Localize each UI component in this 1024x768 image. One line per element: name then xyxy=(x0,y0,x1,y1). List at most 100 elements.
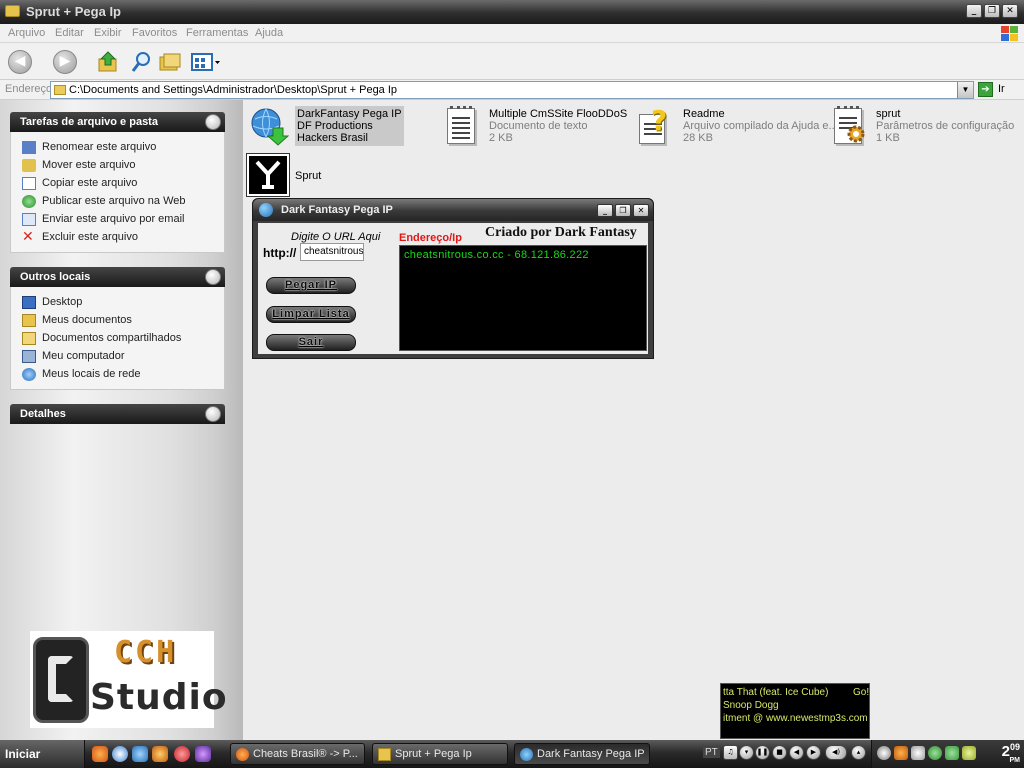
list-item[interactable]: cheatsnitrous.co.cc - 68.121.86.222 xyxy=(400,246,646,261)
web-publish-icon xyxy=(22,194,36,208)
credit-text: Criado por Dark Fantasy xyxy=(485,225,637,240)
task-publish-web[interactable]: Publicar este arquivo na Web xyxy=(22,192,224,210)
next-track-icon[interactable]: ▶ xyxy=(806,745,821,760)
taskbar-item-sprut-folder[interactable]: Sprut + Pega Ip xyxy=(372,743,508,765)
clear-list-button[interactable]: Limpar Lista xyxy=(266,306,356,323)
messenger-icon[interactable] xyxy=(152,746,168,762)
results-list[interactable]: cheatsnitrous.co.cc - 68.121.86.222 xyxy=(399,245,647,351)
place-my-documents[interactable]: Meus documentos xyxy=(22,311,224,329)
now-playing-popup: tta That (feat. Ice Cube) Go! Snoop Dogg… xyxy=(720,683,870,739)
file-tasks-header[interactable]: Tarefas de arquivo e pasta xyxy=(10,112,225,132)
tray-app-icon[interactable] xyxy=(894,746,908,760)
menu-help[interactable]: Ajuda xyxy=(255,27,283,39)
network-places-icon xyxy=(22,367,36,381)
globe-download-icon xyxy=(249,106,290,146)
cch-studio-logo: CCH Studio xyxy=(30,631,227,728)
menu-favorites[interactable]: Favoritos xyxy=(132,27,177,39)
title-bar[interactable]: Sprut + Pega Ip _ ❐ ✕ xyxy=(0,0,1024,24)
place-my-computer[interactable]: Meu computador xyxy=(22,347,224,365)
app-title-bar[interactable]: Dark Fantasy Pega IP _ ❐ ✕ xyxy=(253,199,653,221)
go-arrow-icon[interactable]: ➔ xyxy=(978,82,993,97)
address-path: C:\Documents and Settings\Administrador\… xyxy=(69,84,398,96)
collapse-chevron-icon[interactable] xyxy=(205,114,221,130)
window-title: Sprut + Pega Ip xyxy=(26,4,121,19)
internet-explorer-icon[interactable] xyxy=(132,746,148,762)
other-places-header[interactable]: Outros locais xyxy=(10,267,225,287)
file-item-sprut-config[interactable]: sprut Parâmetros de configuração 1 KB xyxy=(830,106,1014,146)
back-arrow-icon[interactable]: ◀ xyxy=(8,50,32,74)
menu-tools[interactable]: Ferramentas xyxy=(186,27,248,39)
button-label: Limpar Lista xyxy=(272,308,350,320)
previous-track-icon[interactable]: ◀ xyxy=(789,745,804,760)
menu-view[interactable]: Exibir xyxy=(94,27,122,39)
pause-icon[interactable]: ❚❚ xyxy=(755,745,770,760)
folders-icon[interactable] xyxy=(158,50,182,74)
windows-logo-icon xyxy=(1000,25,1018,42)
file-name: DarkFantasy Pega IP xyxy=(297,108,402,120)
url-prompt-label: Digite O URL Aqui xyxy=(291,231,381,243)
volume-icon[interactable]: ◀) xyxy=(825,745,847,760)
chevron-down-icon[interactable]: ▼ xyxy=(957,82,973,98)
views-icon[interactable] xyxy=(191,50,221,74)
app-close-button[interactable]: ✕ xyxy=(633,204,649,217)
media-player-icon[interactable] xyxy=(112,746,128,762)
file-name: sprut xyxy=(876,108,901,120)
my-computer-icon xyxy=(22,349,36,363)
place-shared-docs[interactable]: Documentos compartilhados xyxy=(22,329,224,347)
app-shortcut-icon[interactable] xyxy=(174,746,190,762)
tray-security-icon[interactable] xyxy=(962,746,976,760)
up-folder-icon[interactable] xyxy=(96,50,120,74)
firefox-icon[interactable] xyxy=(92,746,108,762)
url-input[interactable]: cheatsnitrous.co.cc xyxy=(300,243,364,261)
go-button[interactable]: Ir xyxy=(998,83,1005,95)
file-detail: Documento de texto xyxy=(489,120,588,132)
start-button[interactable]: Iniciar xyxy=(0,740,85,768)
task-rename[interactable]: Renomear este arquivo xyxy=(22,138,224,156)
stop-icon[interactable]: ■ xyxy=(772,745,787,760)
menu-edit[interactable]: Editar xyxy=(55,27,84,39)
tray-messenger-icon[interactable] xyxy=(928,746,942,760)
media-restore-icon[interactable]: ▴ xyxy=(851,745,866,760)
app-maximize-button[interactable]: ❐ xyxy=(615,204,631,217)
close-button[interactable]: ✕ xyxy=(1002,4,1018,18)
file-item-sprut-exe[interactable]: Sprut xyxy=(246,153,321,197)
task-copy[interactable]: Copiar este arquivo xyxy=(22,174,224,192)
task-delete[interactable]: ✕ Excluir este arquivo xyxy=(22,228,224,246)
config-file-icon xyxy=(830,106,870,146)
task-email[interactable]: Enviar este arquivo por email xyxy=(22,210,224,228)
app-minimize-button[interactable]: _ xyxy=(597,204,613,217)
place-network[interactable]: Meus locais de rede xyxy=(22,365,224,383)
maximize-button[interactable]: ❐ xyxy=(984,4,1000,18)
clock[interactable]: 209 PM xyxy=(1002,742,1020,764)
task-label: Publicar este arquivo na Web xyxy=(42,195,186,207)
search-icon[interactable] xyxy=(130,50,154,74)
task-label: Excluir este arquivo xyxy=(42,231,138,243)
taskbar-item-dark-fantasy[interactable]: Dark Fantasy Pega IP xyxy=(514,743,650,765)
menu-file[interactable]: Arquivo xyxy=(8,27,45,39)
task-move[interactable]: Mover este arquivo xyxy=(22,156,224,174)
dark-fantasy-window: Dark Fantasy Pega IP _ ❐ ✕ Digite O URL … xyxy=(252,198,654,359)
language-indicator[interactable]: PT xyxy=(703,747,720,758)
collapse-chevron-icon[interactable] xyxy=(205,269,221,285)
menu-bar: Arquivo Editar Exibir Favoritos Ferramen… xyxy=(0,24,1024,43)
file-item-readme[interactable]: ? Readme Arquivo compilado da Ajuda e...… xyxy=(637,104,838,146)
tray-network-icon[interactable] xyxy=(911,746,925,760)
forward-arrow-icon[interactable]: ▶ xyxy=(53,50,77,74)
address-input[interactable]: C:\Documents and Settings\Administrador\… xyxy=(50,81,974,99)
place-desktop[interactable]: Desktop xyxy=(22,293,224,311)
expand-chevron-icon[interactable] xyxy=(205,406,221,422)
minimize-button[interactable]: _ xyxy=(966,4,982,18)
folder-icon xyxy=(54,85,66,95)
get-ip-button[interactable]: Pegar IP xyxy=(266,277,356,294)
task-label: Cheats Brasil® -> P... xyxy=(253,748,358,760)
tray-clock-app-icon[interactable] xyxy=(877,746,891,760)
media-menu-icon[interactable]: ▾ xyxy=(739,745,754,760)
taskbar-item-cheats-brasil[interactable]: Cheats Brasil® -> P... xyxy=(230,743,365,765)
game-shortcut-icon[interactable] xyxy=(195,746,211,762)
exit-button[interactable]: Sair xyxy=(266,334,356,351)
details-header[interactable]: Detalhes xyxy=(10,404,225,424)
file-item-darkfantasy[interactable]: DarkFantasy Pega IP DF Productions Hacke… xyxy=(249,106,404,146)
tray-messenger-icon[interactable] xyxy=(945,746,959,760)
file-item-floodddos[interactable]: Multiple CmSSite FlooDDoS Documento de t… xyxy=(443,106,627,146)
media-app-icon[interactable]: ♫ xyxy=(723,745,738,760)
